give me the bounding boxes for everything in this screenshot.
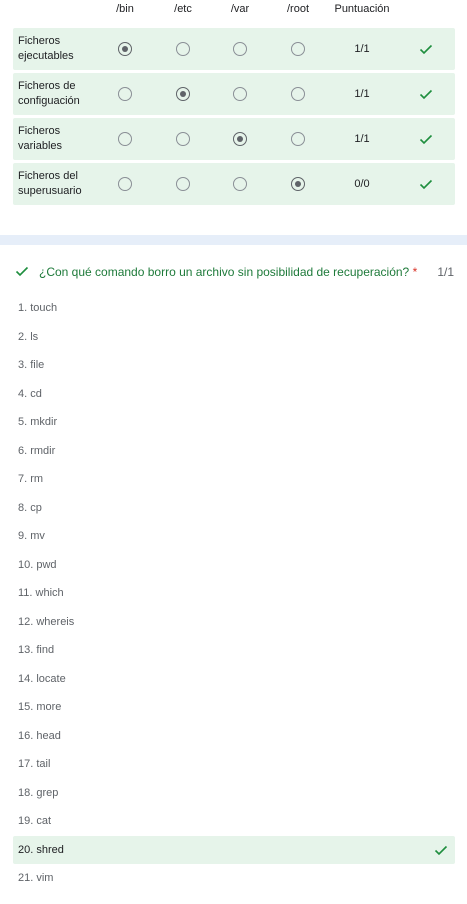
radio-checked[interactable] [118,42,132,56]
option-label: 1. touch [18,302,58,315]
option: 7. rm [13,465,455,494]
radio-checked[interactable] [176,87,190,101]
radio-unchecked[interactable] [118,132,132,146]
grid-row: Ficheros del superusuario 0/0 [13,163,455,205]
required-marker: * [412,265,418,279]
radio-unchecked[interactable] [291,87,305,101]
question-separator [0,235,467,245]
option: 10. pwd [13,551,455,580]
question-score: 1/1 [437,265,454,279]
question-title-text: ¿Con qué comando borro un archivo sin po… [39,265,410,279]
grid-row-label: Ficheros de configuación [18,80,80,107]
radio-unchecked[interactable] [291,132,305,146]
grid-row-label: Ficheros variables [18,125,63,152]
check-icon [419,42,433,56]
option: 21. vim [13,864,455,893]
option-label: 3. file [18,359,45,372]
option: 1. touch [13,294,455,323]
option: 8. cp [13,494,455,523]
options-list: 1. touch 2. ls 3. file 4. cd 5. mkdir 6. rmdi… [13,294,455,893]
option-label: 9. mv [18,530,45,543]
grid-row-score: 1/1 [354,43,370,55]
grid-row: Ficheros variables 1/1 [13,118,455,160]
option-label: 21. vim [18,872,54,885]
check-icon [419,87,433,101]
question-title: ¿Con qué comando borro un archivo sin po… [39,265,417,279]
radio-unchecked[interactable] [291,42,305,56]
option-label: 14. locate [18,672,66,685]
option-label: 11. which [18,587,64,600]
grid-row-label: Ficheros ejecutables [18,35,74,62]
radio-unchecked[interactable] [118,87,132,101]
option-label: 6. rmdir [18,444,56,457]
option-label: 20. shred [18,843,64,856]
option-label: 5. mkdir [18,416,58,429]
grid-row-label: Ficheros del superusuario [18,170,82,197]
option-label: 19. cat [18,815,52,828]
option: 13. find [13,636,455,665]
radio-unchecked[interactable] [176,177,190,191]
option: 3. file [13,351,455,380]
radio-checked[interactable] [291,177,305,191]
grid-question: /bin /etc /var /root Puntuación Ficheros… [13,0,455,208]
column-header-root: /root [286,3,310,15]
option: 16. head [13,722,455,751]
grid-row: Ficheros ejecutables 1/1 [13,28,455,70]
column-header-var: /var [230,3,250,15]
option: 17. tail [13,750,455,779]
option-label: 12. whereis [18,615,75,628]
option-label: 10. pwd [18,558,57,571]
radio-unchecked[interactable] [118,177,132,191]
option: 18. grep [13,779,455,808]
option: 12. whereis [13,608,455,637]
option-label: 7. rm [18,473,44,486]
column-header-etc: /etc [174,3,192,15]
check-icon [15,264,29,278]
radio-unchecked[interactable] [233,42,247,56]
option-label: 16. head [18,729,61,742]
grid-rows: Ficheros ejecutables 1/1 Ficheros de confi… [13,28,455,205]
option: 9. mv [13,522,455,551]
question-header: ¿Con qué comando borro un archivo sin po… [0,262,467,282]
option: 11. which [13,579,455,608]
radio-unchecked[interactable] [176,42,190,56]
radio-checked[interactable] [233,132,247,146]
option: 6. rmdir [13,437,455,466]
column-header-score: Puntuación [334,3,390,15]
grid-header: /bin /etc /var /root Puntuación [13,0,455,28]
check-icon [434,843,448,857]
grid-row: Ficheros de configuación 1/1 [13,73,455,115]
option: 15. more [13,693,455,722]
grid-row-score: 1/1 [354,88,370,100]
column-header-bin: /bin [116,3,134,15]
grid-row-score: 1/1 [354,133,370,145]
option: 14. locate [13,665,455,694]
option-label: 2. ls [18,330,39,343]
radio-unchecked[interactable] [233,87,247,101]
option: 5. mkdir [13,408,455,437]
option: 4. cd [13,380,455,409]
option-label: 8. cp [18,501,42,514]
check-icon [419,177,433,191]
option-label: 13. find [18,644,55,657]
option-label: 18. grep [18,786,59,799]
option: 2. ls [13,323,455,352]
radio-unchecked[interactable] [176,132,190,146]
option-correct: 20. shred [13,835,455,864]
check-icon [419,132,433,146]
option-label: 17. tail [18,758,51,771]
grid-row-score: 0/0 [354,178,370,190]
option-label: 15. more [18,701,62,714]
option-label: 4. cd [18,387,42,400]
radio-unchecked[interactable] [233,177,247,191]
option: 19. cat [13,807,455,836]
